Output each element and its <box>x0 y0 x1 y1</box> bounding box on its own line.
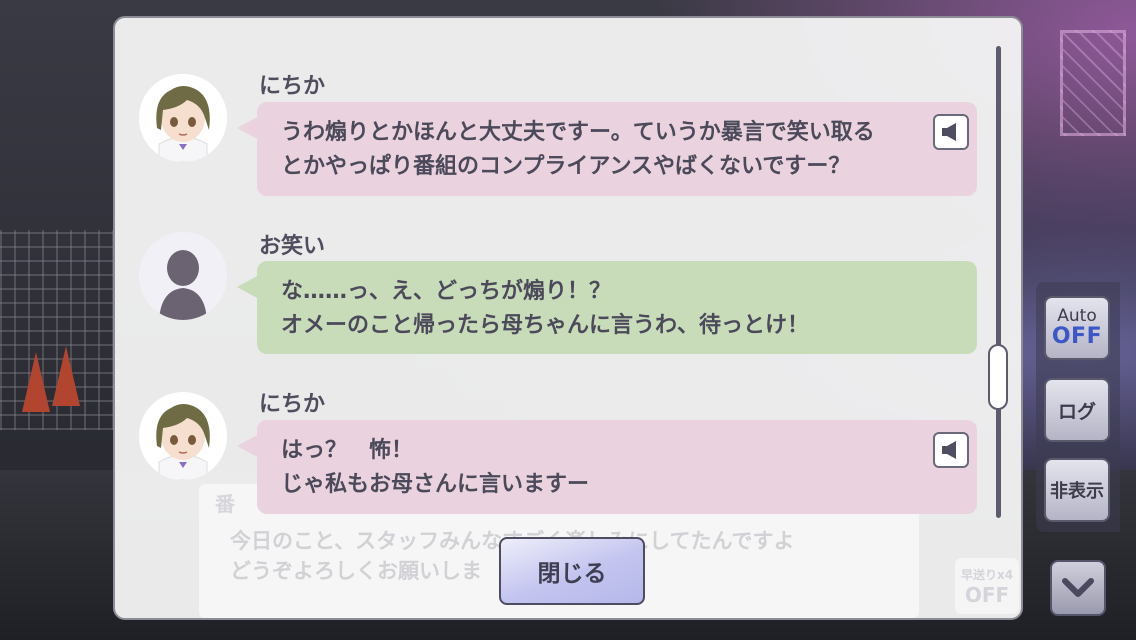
message-line: な……っ、え、どっちが煽り！？ <box>281 279 612 304</box>
speaker-name: にちか <box>259 392 326 417</box>
nichika-avatar <box>139 392 227 480</box>
close-button[interactable]: 閉じる <box>499 537 645 605</box>
voice-replay-button[interactable] <box>933 432 969 468</box>
voice-replay-button[interactable] <box>933 114 969 150</box>
log-button[interactable]: ログ <box>1044 378 1110 442</box>
chevron-down-icon <box>1062 578 1094 597</box>
auto-state: OFF <box>1051 324 1103 349</box>
message-bubble: はっ？ 怖！ じゃ私もお母さんに言いますー <box>237 420 977 514</box>
person-silhouette-icon <box>139 232 227 320</box>
stage-truss <box>1060 30 1126 136</box>
speaker-icon <box>942 441 956 459</box>
message-line: はっ？ 怖！ <box>281 438 414 463</box>
scrollbar-thumb[interactable] <box>988 344 1008 410</box>
nichika-avatar <box>139 74 227 162</box>
hide-label: 非表示 <box>1050 481 1104 502</box>
message-line: オメーのこと帰ったら母ちゃんに言うわ、待っとけ！ <box>281 313 810 338</box>
message-bubble: な……っ、え、どっちが煽り！？ オメーのこと帰ったら母ちゃんに言うわ、待っとけ！ <box>237 261 977 354</box>
auto-toggle-button[interactable]: Auto OFF <box>1044 296 1110 360</box>
scrollbar-track[interactable] <box>996 46 1001 518</box>
log-label: ログ <box>1057 400 1096 423</box>
character-portrait-icon <box>139 392 227 480</box>
speaker-icon <box>942 123 956 141</box>
message-line: じゃ私もお母さんに言いますー <box>281 472 590 497</box>
message-line: うわ煽りとかほんと大丈夫ですー。ていうか暴言で笑い取る <box>281 120 875 145</box>
traffic-cone <box>52 346 80 406</box>
message-line: とかやっぱり番組のコンプライアンスやばくないですー？ <box>281 154 851 179</box>
advance-button[interactable] <box>1050 560 1106 616</box>
background-speaker: 番 <box>215 492 235 516</box>
background-skip-indicator: 早送りx4 OFF <box>955 558 1019 614</box>
speaker-name: お笑い <box>259 234 326 259</box>
speaker-name: にちか <box>259 74 326 99</box>
traffic-cone <box>22 352 50 412</box>
hide-ui-button[interactable]: 非表示 <box>1044 458 1110 522</box>
silhouette-avatar <box>139 232 227 320</box>
character-portrait-icon <box>139 74 227 162</box>
auto-label: Auto <box>1057 306 1097 326</box>
message-bubble: うわ煽りとかほんと大丈夫ですー。ていうか暴言で笑い取る とかやっぱり番組のコンプ… <box>237 102 977 196</box>
log-dialog: 番 今日のこと、スタッフみんなすごく楽しみにしてたんですよ どうぞよろしくお願い… <box>113 16 1023 620</box>
